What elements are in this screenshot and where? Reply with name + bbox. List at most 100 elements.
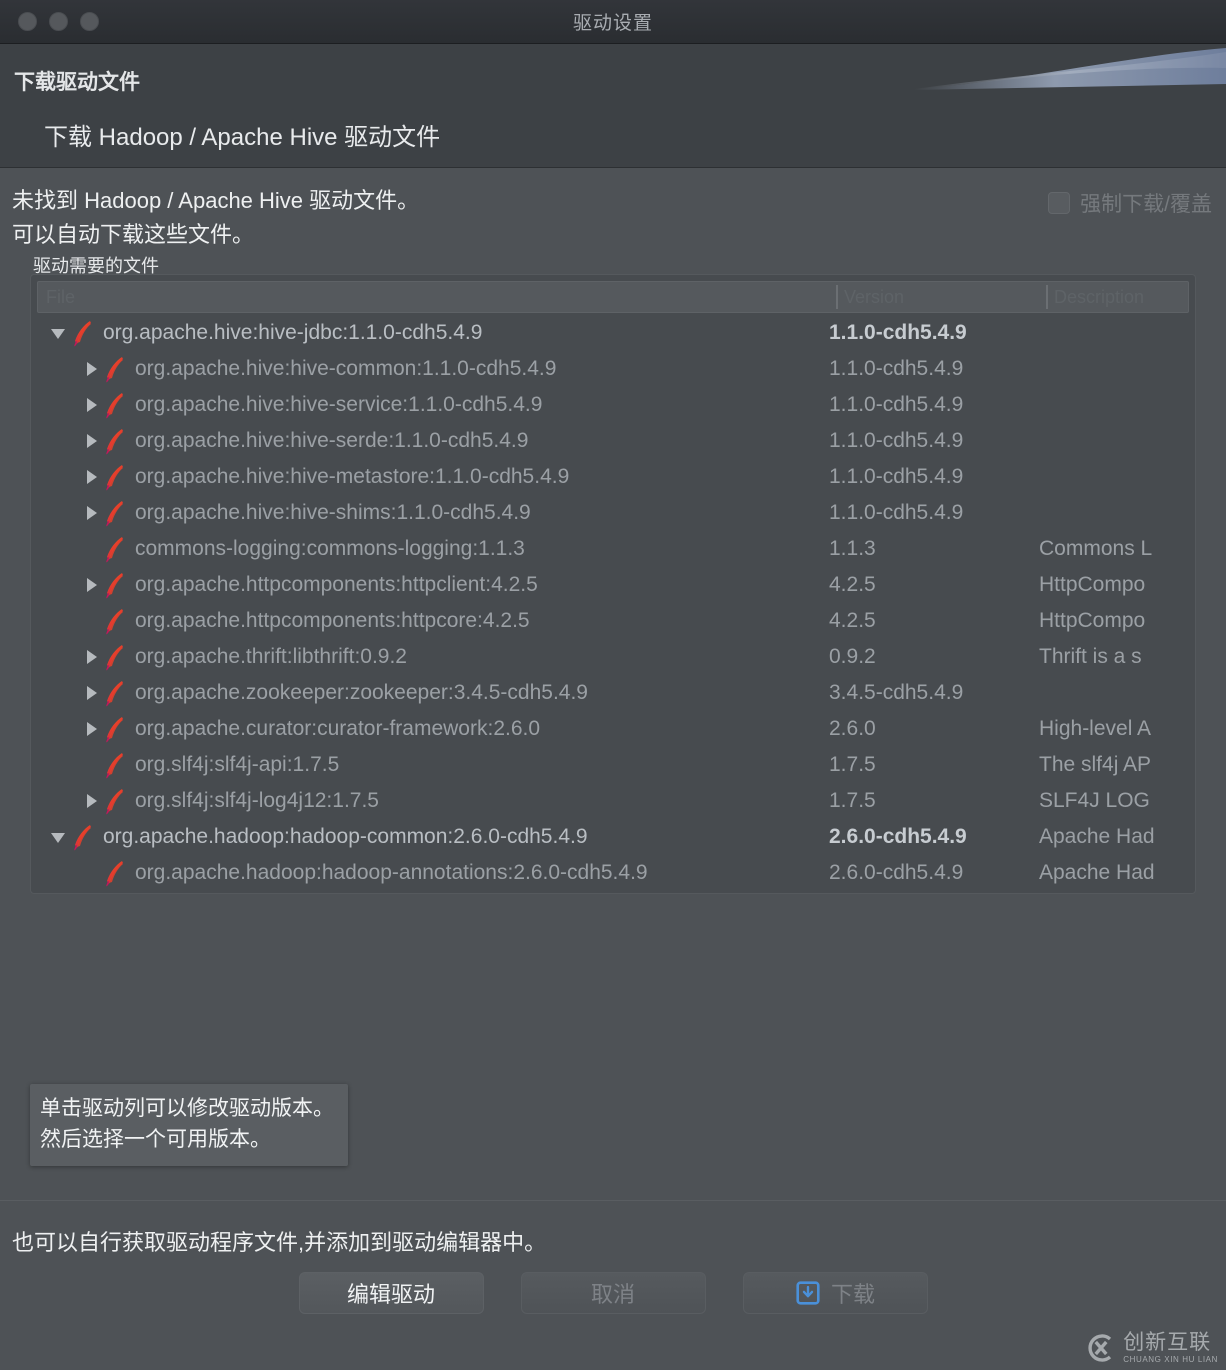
force-download-checkbox[interactable] [1048,192,1071,214]
table-row[interactable]: org.apache.hive:hive-serde:1.1.0-cdh5.4.… [31,423,1195,459]
cell-description: Thrift is a s [1039,645,1142,668]
edit-driver-button-label: 编辑驱动 [346,1282,435,1307]
apache-feather-icon [106,429,123,455]
driver-settings-window: 驱动设置 下载驱动文件 下载 Hadoop / Apache Hive 驱动文件 [0,0,1226,1370]
column-header-file[interactable]: File [38,285,836,309]
cancel-button-label: 取消 [590,1282,635,1307]
table-row[interactable]: org.apache.hadoop:hadoop-annotations:2.6… [31,855,1195,891]
edit-driver-button[interactable]: 编辑驱动 [298,1272,484,1314]
cell-file: org.apache.httpcomponents:httpclient:4.2… [31,571,829,599]
apache-feather-icon [106,681,123,707]
required-files-table[interactable]: File Version Description org.apache.hive… [30,274,1196,894]
table-row[interactable]: org.apache.zookeeper:zookeeper:3.4.5-cdh… [31,675,1195,711]
cell-version[interactable]: 1.1.0-cdh5.4.9 [829,429,1039,453]
dialog-footer: 编辑驱动 取消 下载 创新互联 CHUANG XIN HU LIAN [0,1266,1226,1370]
file-label: org.apache.zookeeper:zookeeper:3.4.5-cdh… [135,681,588,704]
chevron-right-icon[interactable] [81,574,103,596]
table-row[interactable]: org.apache.hive:hive-metastore:1.1.0-cdh… [31,459,1195,495]
cell-version[interactable]: 1.1.3 [829,537,1039,561]
apache-feather-icon [106,501,123,527]
cell-version[interactable]: 4.2.5 [829,573,1039,597]
cell-description: HttpCompo [1039,573,1146,596]
intro-text: 未找到 Hadoop / Apache Hive 驱动文件。 可以自动下载这些文… [12,184,419,252]
table-row[interactable]: org.apache.hive:hive-service:1.1.0-cdh5.… [31,387,1195,423]
table-row[interactable]: org.apache.httpcomponents:httpclient:4.2… [31,567,1195,603]
file-label: org.apache.httpcomponents:httpcore:4.2.5 [135,609,530,632]
force-download-label: 强制下载/覆盖 [1080,193,1212,216]
window-titlebar: 驱动设置 [0,0,1226,44]
cell-file: commons-logging:commons-logging:1.1.3 [31,535,829,563]
table-header-row: File Version Description [37,281,1189,313]
table-row[interactable]: org.apache.hive:hive-jdbc:1.1.0-cdh5.4.9… [31,315,1195,351]
table-row[interactable]: org.slf4j:slf4j-api:1.7.5 1.7.5 The slf4j … [31,747,1195,783]
chevron-right-icon[interactable] [81,682,103,704]
chevron-right-icon[interactable] [81,646,103,668]
cell-version[interactable]: 2.6.0 [829,717,1039,741]
file-label: org.slf4j:slf4j-log4j12:1.7.5 [135,789,379,812]
dialog-body: 未找到 Hadoop / Apache Hive 驱动文件。 可以自动下载这些文… [0,168,1226,1354]
table-row[interactable]: org.apache.hive:hive-common:1.1.0-cdh5.4… [31,351,1195,387]
chevron-down-icon[interactable] [49,826,71,848]
apache-feather-icon [74,321,91,347]
cell-file: org.apache.hive:hive-serde:1.1.0-cdh5.4.… [31,427,829,455]
window-title: 驱动设置 [572,13,653,34]
table-row[interactable]: org.apache.httpcomponents:httpcore:4.2.5… [31,603,1195,639]
cell-version[interactable]: 1.1.0-cdh5.4.9 [829,501,1039,525]
apache-feather-icon [106,465,123,491]
cell-version[interactable]: 1.7.5 [829,753,1039,777]
cell-version[interactable]: 3.4.5-cdh5.4.9 [829,681,1039,705]
cell-version[interactable]: 0.9.2 [829,645,1039,669]
download-button[interactable]: 下载 [742,1272,928,1314]
cell-description: Commons L [1039,537,1153,560]
header-decoration-graphic [914,48,1226,90]
file-label: org.apache.hadoop:hadoop-common:2.6.0-cd… [103,825,588,848]
version-hint-tooltip: 单击驱动列可以修改驱动版本。 然后选择一个可用版本。 [30,1084,348,1166]
chevron-right-icon[interactable] [81,502,103,524]
chevron-right-icon[interactable] [81,394,103,416]
cell-description: Apache Had [1039,861,1155,884]
apache-feather-icon [106,861,123,887]
dialog-header: 下载驱动文件 下载 Hadoop / Apache Hive 驱动文件 [0,44,1226,168]
cell-version[interactable]: 1.1.0-cdh5.4.9 [829,393,1039,417]
chevron-down-icon[interactable] [49,322,71,344]
cell-file: org.apache.hadoop:hadoop-annotations:2.6… [31,859,829,887]
cell-version[interactable]: 2.6.0-cdh5.4.9 [829,861,1039,885]
chevron-right-icon[interactable] [81,466,103,488]
apache-feather-icon [74,825,91,851]
chevron-right-icon[interactable] [81,718,103,740]
cell-file: org.apache.hadoop:hadoop-common:2.6.0-cd… [31,823,829,851]
chevron-right-icon[interactable] [81,790,103,812]
download-icon [796,1281,820,1305]
table-row[interactable]: org.apache.hive:hive-shims:1.1.0-cdh5.4.… [31,495,1195,531]
cancel-button[interactable]: 取消 [520,1272,706,1314]
page-subtitle: 下载 Hadoop / Apache Hive 驱动文件 [44,124,441,151]
apache-feather-icon [106,753,123,779]
cell-version[interactable]: 1.7.5 [829,789,1039,813]
cell-description: HttpCompo [1039,609,1146,632]
apache-feather-icon [106,789,123,815]
cell-version[interactable]: 1.1.0-cdh5.4.9 [829,357,1039,381]
apache-feather-icon [106,573,123,599]
cell-description: High-level A [1039,717,1152,740]
cell-version[interactable]: 1.1.0-cdh5.4.9 [829,321,1039,345]
intro-line-2: 可以自动下载这些文件。 [12,222,255,247]
file-label: org.apache.hadoop:hadoop-annotations:2.6… [135,861,648,884]
tooltip-line-1: 单击驱动列可以修改驱动版本。 [40,1097,334,1120]
cell-description: The slf4j AP [1039,753,1152,776]
force-download-checkbox-row[interactable]: 强制下载/覆盖 [1048,188,1212,218]
column-header-version[interactable]: Version [836,285,1046,309]
cell-version[interactable]: 1.1.0-cdh5.4.9 [829,465,1039,489]
cell-file: org.apache.hive:hive-metastore:1.1.0-cdh… [31,463,829,491]
cell-version[interactable]: 4.2.5 [829,609,1039,633]
column-header-description[interactable]: Description [1046,285,1188,309]
chevron-right-icon[interactable] [81,358,103,380]
chevron-right-icon[interactable] [81,430,103,452]
table-row[interactable]: org.slf4j:slf4j-log4j12:1.7.5 1.7.5 SLF4J … [31,783,1195,819]
table-row[interactable]: org.apache.hadoop:hadoop-common:2.6.0-cd… [31,819,1195,855]
table-row[interactable]: commons-logging:commons-logging:1.1.3 1.1… [31,531,1195,567]
cell-version[interactable]: 2.6.0-cdh5.4.9 [829,825,1039,849]
table-row[interactable]: org.apache.curator:curator-framework:2.6… [31,711,1195,747]
table-row[interactable]: org.apache.thrift:libthrift:0.9.2 0.9.2 Th… [31,639,1195,675]
